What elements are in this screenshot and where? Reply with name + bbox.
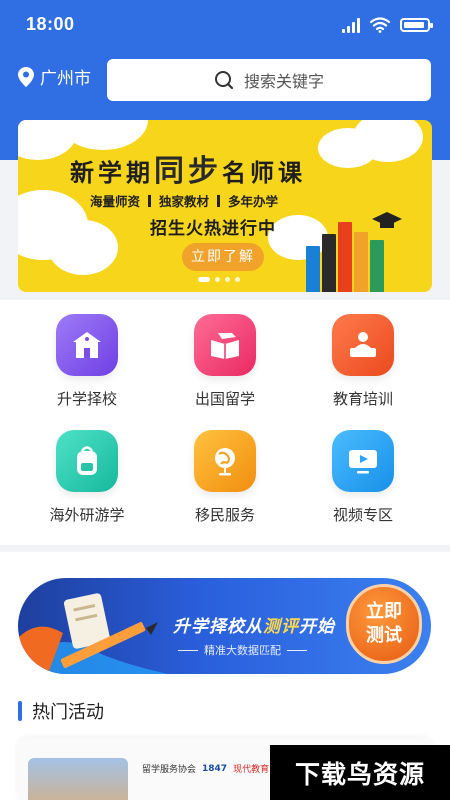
signal-icon xyxy=(342,17,360,33)
status-bar: 18:00 xyxy=(0,0,450,50)
hot-activities-header: 热门活动 xyxy=(18,698,104,724)
banner-title: 新学期同步名师课 xyxy=(70,154,306,189)
category-label: 升学择校 xyxy=(56,390,117,408)
globe-icon xyxy=(194,430,256,492)
status-time: 18:00 xyxy=(26,14,75,34)
category-school[interactable]: 升学择校 xyxy=(27,314,147,409)
search-input[interactable]: 搜索关键字 xyxy=(107,59,431,101)
promo-title: 升学择校从测评开始 xyxy=(173,617,335,637)
graduation-cap-icon xyxy=(372,212,402,228)
video-icon xyxy=(332,430,394,492)
status-icons xyxy=(342,14,433,36)
category-label: 视频专区 xyxy=(332,506,393,524)
category-label: 出国留学 xyxy=(194,390,255,408)
category-label: 移民服务 xyxy=(194,506,255,524)
category-study-tour[interactable]: 海外研游学 xyxy=(27,430,147,525)
section-title: 热门活动 xyxy=(32,702,104,723)
section-bar xyxy=(18,701,22,721)
promo-banner[interactable]: 新学期同步名师课 海量师资 独家教材 多年办学 招生火热进行中 立即了解 xyxy=(18,120,432,292)
banner-tags: 海量师资 独家教材 多年办学 xyxy=(90,194,279,209)
category-video[interactable]: 视频专区 xyxy=(303,430,423,525)
wifi-icon xyxy=(370,17,390,33)
pencil-paper-illustration xyxy=(18,593,168,674)
activity-thumbnail xyxy=(28,758,128,800)
airplane-book-icon xyxy=(194,314,256,376)
search-icon xyxy=(214,71,234,90)
school-icon xyxy=(56,314,118,376)
activity-logos: 留学服务协会 1847 现代教育 xyxy=(142,763,270,776)
category-training[interactable]: 教育培训 xyxy=(303,314,423,409)
location-pin-icon xyxy=(18,66,34,87)
category-label: 教育培训 xyxy=(332,390,393,408)
category-grid: 升学择校 出国留学 教育培训 海外研游学 移民服务 视频专区 xyxy=(0,300,450,545)
category-label: 海外研游学 xyxy=(49,506,125,524)
teacher-icon xyxy=(332,314,394,376)
battery-icon xyxy=(400,18,433,32)
category-immigration[interactable]: 移民服务 xyxy=(165,430,285,525)
location-selector[interactable]: 广州市 xyxy=(18,64,91,89)
search-placeholder: 搜索关键字 xyxy=(243,72,324,91)
promo-subtitle: 精准大数据匹配 xyxy=(178,642,307,658)
learn-more-button[interactable]: 立即了解 xyxy=(182,243,264,271)
city-label: 广州市 xyxy=(40,69,91,89)
watermark: 下载鸟资源 xyxy=(270,745,450,800)
banner-headline: 招生火热进行中 xyxy=(150,219,276,239)
category-study-abroad[interactable]: 出国留学 xyxy=(165,314,285,409)
backpack-icon xyxy=(56,430,118,492)
test-now-button[interactable]: 立即 测试 xyxy=(346,584,422,664)
books-illustration xyxy=(306,212,402,292)
carousel-indicator[interactable] xyxy=(198,277,240,282)
